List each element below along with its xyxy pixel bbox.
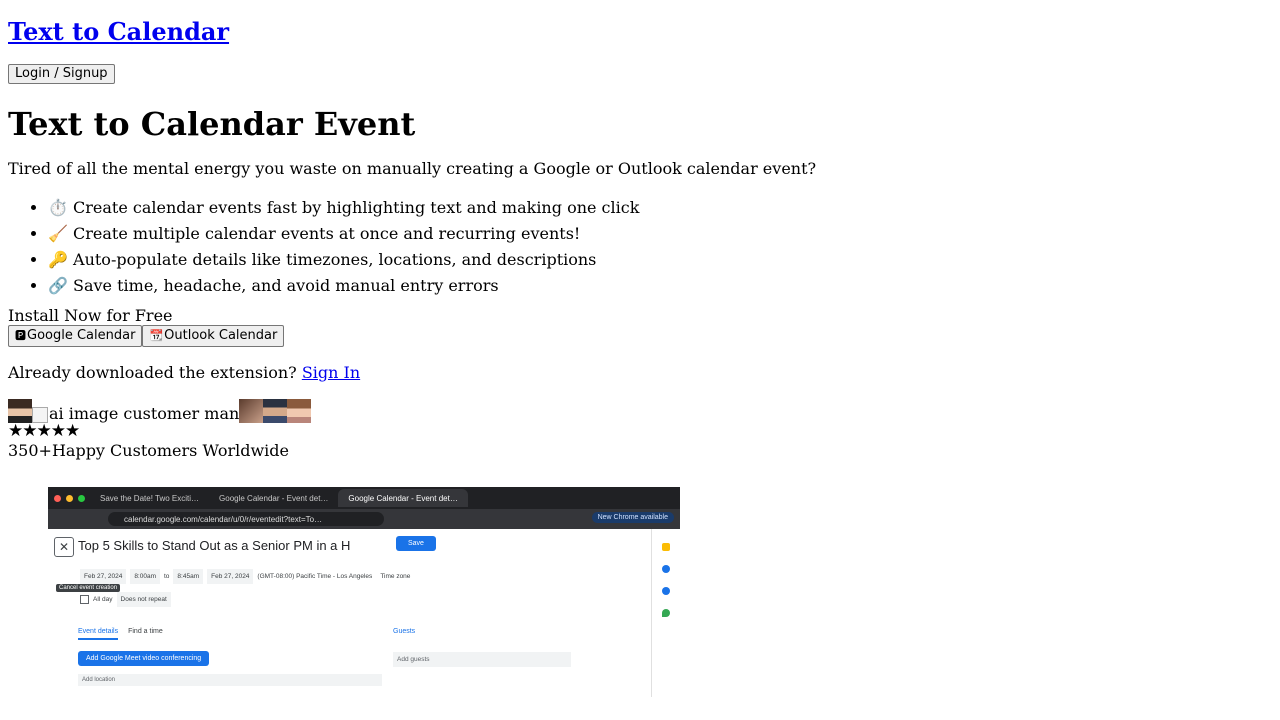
login-row: Login / Signup <box>8 62 1272 84</box>
avatar <box>287 399 312 423</box>
feature-text: Create multiple calendar events at once … <box>73 224 581 243</box>
google-calendar-button[interactable]: 🅿 Google Calendar <box>8 325 143 347</box>
to-label: to <box>164 573 170 580</box>
timezone-text: (GMT-08:00) Pacific Time - Los Angeles <box>257 573 373 580</box>
feature-list: ⏱️ Create calendar events fast by highli… <box>8 195 1272 299</box>
avatar <box>263 399 288 423</box>
sign-in-link[interactable]: Sign In <box>302 363 360 382</box>
editor-tabs: Event details Find a time <box>78 628 163 640</box>
feature-item: 🔗 Save time, headache, and avoid manual … <box>48 273 1272 299</box>
google-calendar-label: Google Calendar <box>27 328 136 343</box>
avatar <box>8 399 32 423</box>
feature-item: ⏱️ Create calendar events fast by highli… <box>48 195 1272 221</box>
all-day-label: All day <box>93 596 113 603</box>
tasks-icon <box>662 565 670 573</box>
feature-item: 🧹 Create multiple calendar events at onc… <box>48 221 1272 247</box>
close-dot-icon <box>54 494 61 502</box>
page-title: Text to Calendar Event <box>8 105 416 143</box>
add-guests-field: Add guests <box>393 652 571 667</box>
browser-urlbar: calendar.google.com/calendar/u/0/r/event… <box>48 509 680 529</box>
start-time: 8:00am <box>130 569 160 584</box>
event-title: Top 5 Skills to Stand Out as a Senior PM… <box>78 538 351 553</box>
customer-avatars: ai image customer man <box>8 399 1272 423</box>
keep-icon <box>662 543 670 551</box>
customer-count-label: Happy Customers Worldwide <box>51 441 289 460</box>
feature-text: Save time, headache, and avoid manual en… <box>73 276 499 295</box>
end-time: 8:45am <box>173 569 204 584</box>
zoom-dot-icon <box>78 494 85 502</box>
signin-prefix: Already downloaded the extension? <box>8 363 302 382</box>
new-chrome-badge: New Chrome available <box>591 512 674 523</box>
save-button: Save <box>396 536 436 551</box>
landing-page: Text to Calendar Login / Signup Text to … <box>0 0 1280 705</box>
stopwatch-icon: ⏱️ <box>48 198 68 217</box>
close-icon: ✕ <box>54 537 74 557</box>
gcal-editor: ✕ Cancel event creation Top 5 Skills to … <box>48 529 680 697</box>
timezone-link: Time zone <box>380 573 411 580</box>
allday-row: All day Does not repeat <box>80 592 171 607</box>
checkbox-icon <box>80 595 89 604</box>
site-header: Text to Calendar <box>8 18 1272 46</box>
url-text: calendar.google.com/calendar/u/0/r/event… <box>108 512 384 526</box>
outlook-calendar-button[interactable]: 📆 Outlook Calendar <box>142 325 285 347</box>
gcal-side-panel <box>651 529 680 697</box>
key-icon: 🔑 <box>48 250 68 269</box>
feature-text: Create calendar events fast by highlight… <box>73 198 640 217</box>
browser-tab: Google Calendar - Event det… <box>219 493 329 503</box>
browser-tab: Save the Date! Two Exciti… <box>100 493 200 503</box>
customer-count-number: 350+ <box>8 441 52 460</box>
avatar <box>239 399 264 423</box>
feature-item: 🔑 Auto-populate details like timezones, … <box>48 247 1272 273</box>
end-date: Feb 27, 2024 <box>207 569 254 584</box>
signin-row: Already downloaded the extension? Sign I… <box>8 363 1272 383</box>
demo-screenshot: Save the Date! Two Exciti… Google Calend… <box>48 487 680 697</box>
install-label: Install Now for Free <box>8 306 173 325</box>
google-calendar-icon: 🅿 <box>15 329 26 342</box>
tab-event-details: Event details <box>78 628 119 640</box>
tab-find-time: Find a time <box>128 628 163 635</box>
customer-count: 350+Happy Customers Worldwide <box>8 439 1272 463</box>
hero-lede: Tired of all the mental energy you waste… <box>8 159 817 178</box>
meet-button: Add Google Meet video conferencing <box>78 651 210 666</box>
repeat-select: Does not repeat <box>116 592 171 607</box>
maps-icon <box>662 609 670 617</box>
guests-tab: Guests <box>393 628 416 635</box>
minimize-dot-icon <box>66 494 73 502</box>
outlook-calendar-icon: 📆 <box>149 329 164 342</box>
add-location-field: Add location <box>78 674 382 686</box>
contacts-icon <box>662 587 670 595</box>
browser-tab-active: Google Calendar - Event det… <box>338 489 468 507</box>
start-date: Feb 27, 2024 <box>80 569 127 584</box>
outlook-calendar-label: Outlook Calendar <box>164 328 278 343</box>
link-icon: 🔗 <box>48 276 68 295</box>
cancel-tooltip: Cancel event creation <box>56 584 121 592</box>
login-signup-button[interactable]: Login / Signup <box>8 64 115 84</box>
brand-link[interactable]: Text to Calendar <box>8 17 229 46</box>
feature-text: Auto-populate details like timezones, lo… <box>73 250 597 269</box>
broom-icon: 🧹 <box>48 224 68 243</box>
store-buttons: 🅿 Google Calendar 📆 Outlook Calendar <box>8 325 1272 347</box>
browser-tabbar: Save the Date! Two Exciti… Google Calend… <box>48 487 680 509</box>
datetime-row: Feb 27, 2024 8:00am to 8:45am Feb 27, 20… <box>80 569 410 584</box>
rating-stars-icon: ★★★★★ <box>8 421 80 441</box>
